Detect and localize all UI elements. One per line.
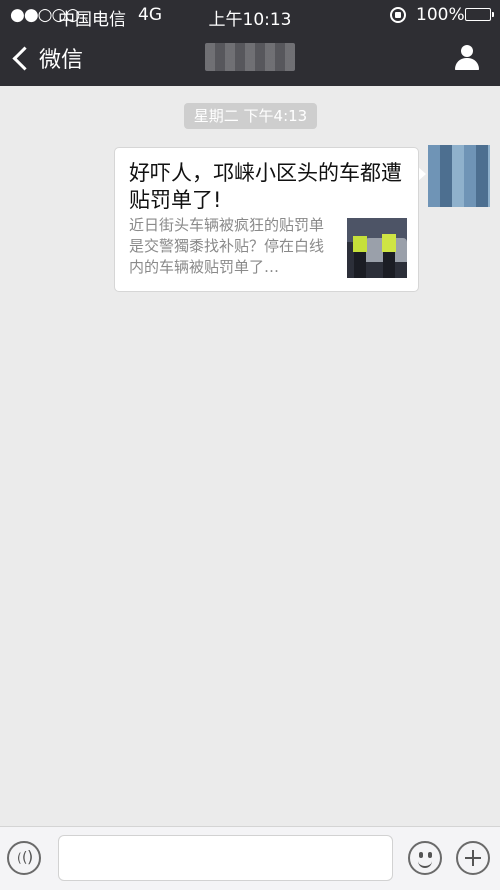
battery-percent: 100% <box>416 5 465 25</box>
back-label: 微信 <box>39 48 84 73</box>
back-button[interactable]: 微信 <box>8 38 83 78</box>
back-chevron-icon <box>12 45 37 71</box>
profile-button[interactable] <box>452 44 482 72</box>
link-card-message[interactable]: 好吓人，邛崃小区头的车都遭贴罚单了! 近日街头车辆被疯狂的贴罚单是交警獨黍找补贴… <box>114 147 419 292</box>
input-bar: ( ( ) <box>0 826 500 890</box>
rotation-lock-icon <box>390 7 406 23</box>
sender-avatar[interactable] <box>428 145 490 207</box>
message-input[interactable] <box>58 835 393 881</box>
article-thumbnail <box>347 218 407 278</box>
chat-title-blurred <box>205 43 295 71</box>
message-timestamp: 星期二 下午4:13 <box>184 103 317 129</box>
voice-button[interactable]: ( ( ) <box>7 841 41 875</box>
article-title: 好吓人，邛崃小区头的车都遭贴罚单了! <box>129 161 402 212</box>
article-description: 近日街头车辆被疯狂的贴罚单是交警獨黍找补贴？停在白线内的车辆被贴罚单了… <box>129 216 325 276</box>
more-button[interactable] <box>456 841 490 875</box>
nav-bar: 微信 <box>0 30 500 86</box>
emoji-button[interactable] <box>408 841 442 875</box>
battery-icon <box>465 8 494 21</box>
voice-icon: ( <box>17 851 22 865</box>
status-bar: ●●○○○ 中国电信 4G 上午10:13 100% <box>0 0 500 30</box>
header: ●●○○○ 中国电信 4G 上午10:13 100% 微信 <box>0 0 500 86</box>
